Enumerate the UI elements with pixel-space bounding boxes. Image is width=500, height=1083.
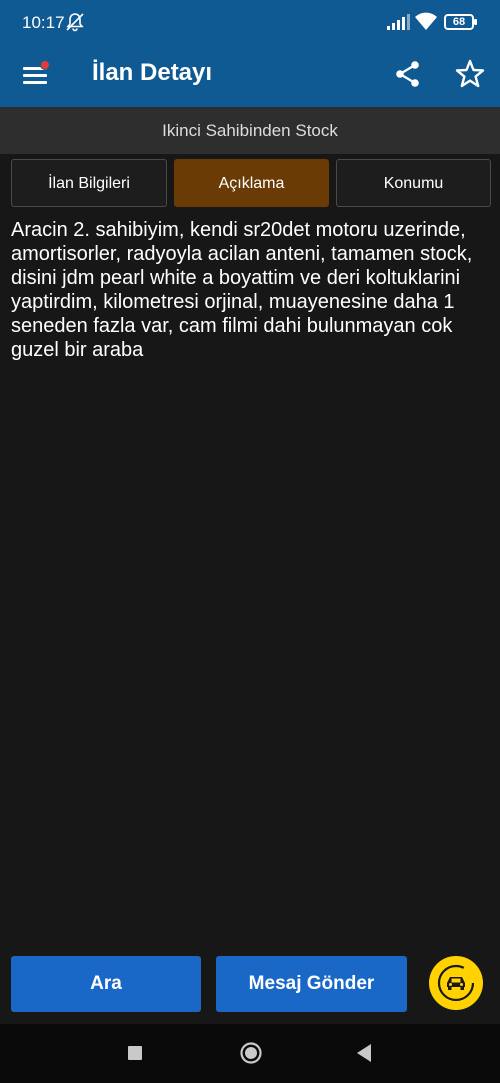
page-title: İlan Detayı [92, 59, 213, 86]
wifi-icon [415, 12, 437, 30]
car-action-button[interactable] [429, 956, 483, 1010]
battery-level: 68 [452, 16, 466, 28]
home-icon[interactable] [239, 1041, 263, 1065]
car-icon [437, 964, 475, 1002]
call-button[interactable]: Ara [11, 956, 201, 1012]
tab-bar: İlan Bilgileri Açıklama Konumu [11, 159, 491, 207]
app-bar: İlan Detayı [0, 45, 500, 107]
favorite-star-icon[interactable] [454, 58, 486, 90]
notifications-muted-icon [66, 13, 84, 32]
cellular-signal-icon [387, 14, 410, 30]
send-message-button[interactable]: Mesaj Gönder [216, 956, 407, 1012]
tab-description[interactable]: Açıklama [174, 159, 329, 207]
battery-icon: 68 [444, 14, 477, 30]
listing-title: Ikinci Sahibinden Stock [0, 107, 500, 154]
description-text: Aracin 2. sahibiyim, kendi sr20det motor… [11, 219, 473, 361]
back-icon[interactable] [355, 1043, 373, 1063]
tab-location[interactable]: Konumu [336, 159, 491, 207]
status-time: 10:17 [22, 13, 65, 32]
menu-icon[interactable] [22, 60, 52, 90]
recent-apps-icon[interactable] [128, 1046, 142, 1060]
tab-listing-info[interactable]: İlan Bilgileri [11, 159, 167, 207]
status-bar: 10:17 68 [0, 0, 500, 45]
share-icon[interactable] [393, 59, 423, 89]
